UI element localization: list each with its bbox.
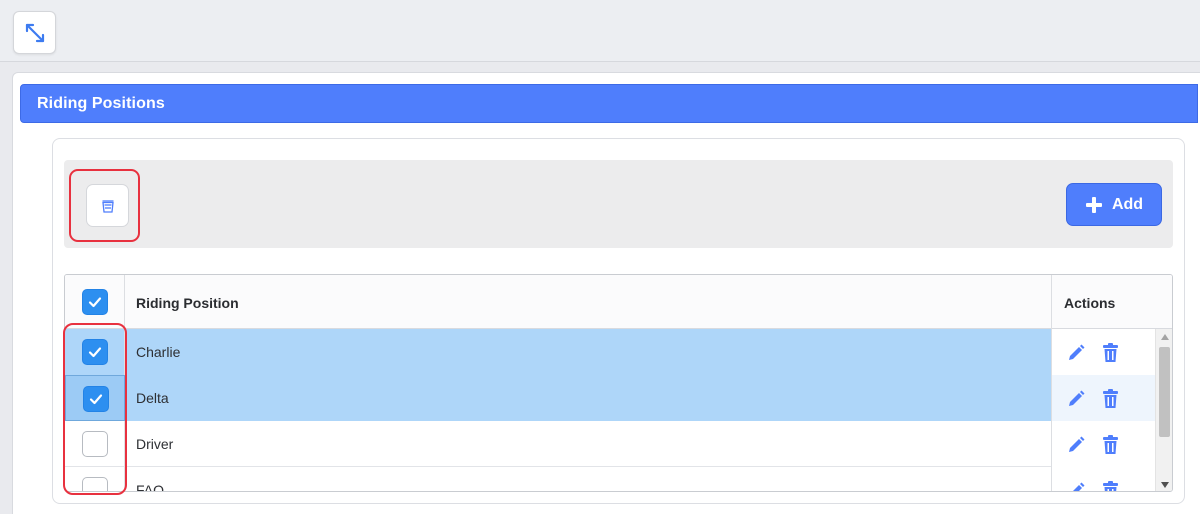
scroll-up-arrow-icon[interactable] <box>1156 329 1172 345</box>
add-button[interactable]: Add <box>1066 183 1162 226</box>
top-bar <box>0 0 1200 62</box>
edit-pencil-icon[interactable] <box>1066 481 1086 491</box>
column-header-riding-position[interactable]: Riding Position <box>136 295 239 311</box>
actions-header-cell: Actions <box>1051 275 1172 329</box>
row-name: FAQ <box>136 482 165 492</box>
highlight-delete-button <box>69 169 140 242</box>
edit-pencil-icon[interactable] <box>1066 343 1086 363</box>
edit-pencil-icon[interactable] <box>1066 435 1086 455</box>
plus-icon <box>1085 196 1103 214</box>
table-row[interactable]: FAQ <box>65 467 1155 492</box>
row-actions <box>1051 421 1155 467</box>
column-header-actions: Actions <box>1064 295 1116 311</box>
row-name: Charlie <box>136 344 181 360</box>
table-body: Charlie Delta Driver FAQ <box>65 329 1172 492</box>
row-name: Driver <box>136 436 174 452</box>
expand-arrows-icon <box>23 21 47 45</box>
table-row[interactable]: Driver <box>65 421 1155 467</box>
delete-trash-icon[interactable] <box>1102 435 1119 455</box>
row-actions <box>1051 375 1155 421</box>
scroll-down-arrow-icon[interactable] <box>1156 477 1172 491</box>
row-name-cell: FAQ <box>125 467 1051 492</box>
table-row[interactable]: Charlie <box>65 329 1155 375</box>
delete-trash-icon[interactable] <box>1102 481 1119 491</box>
table-header: Riding Position Actions <box>65 275 1172 329</box>
row-actions <box>1051 467 1155 491</box>
delete-trash-icon[interactable] <box>1102 343 1119 363</box>
add-label: Add <box>1111 195 1144 213</box>
row-name-cell: Delta <box>125 375 1051 421</box>
section-title: Riding Positions <box>37 95 165 112</box>
edit-pencil-icon[interactable] <box>1066 389 1086 409</box>
riding-positions-table: Riding Position Actions Charlie Delta Dr… <box>64 274 1173 492</box>
row-name-cell: Charlie <box>125 329 1051 375</box>
table-scrollbar[interactable] <box>1155 329 1172 491</box>
row-name: Delta <box>136 390 169 406</box>
table-row[interactable]: Delta <box>65 375 1155 421</box>
grid-toolbar <box>64 160 1173 248</box>
expand-button[interactable] <box>13 11 56 54</box>
header-checkbox-cell <box>65 275 125 329</box>
checkmark-icon <box>87 294 103 310</box>
row-actions <box>1051 329 1155 375</box>
section-header: Riding Positions <box>20 84 1198 123</box>
delete-trash-icon[interactable] <box>1102 389 1119 409</box>
highlight-row-checkboxes <box>63 323 127 495</box>
select-all-checkbox[interactable] <box>82 289 108 315</box>
scroll-thumb[interactable] <box>1159 347 1170 437</box>
row-name-cell: Driver <box>125 421 1051 467</box>
